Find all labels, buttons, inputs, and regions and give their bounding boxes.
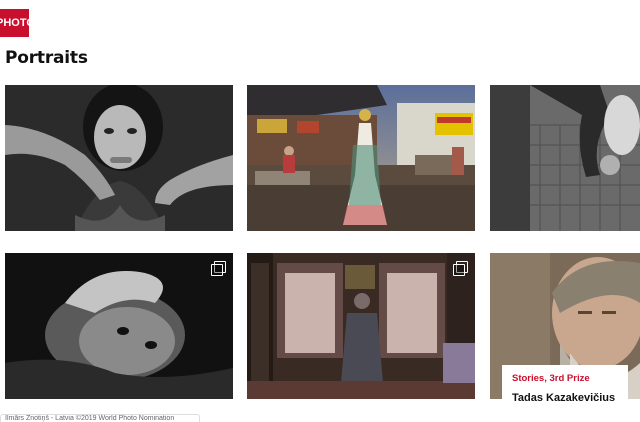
stacked-photos-icon: [453, 261, 468, 276]
portrait-tile-3[interactable]: [490, 85, 640, 231]
caption-category: Stories, 3rd Prize: [512, 373, 590, 384]
photo-credit: Ilmārs Znotiņš - Latvia ©2019 World Phot…: [0, 414, 200, 422]
caption-author: Tadas Kazakevičius: [512, 392, 616, 404]
portrait-tile-5[interactable]: [247, 253, 475, 399]
portrait-photo-3: [490, 85, 640, 231]
portrait-photo-5: [247, 253, 475, 399]
portrait-tile-2[interactable]: [247, 85, 475, 231]
portrait-photo-2: [247, 85, 475, 231]
section-title: Portraits: [5, 48, 88, 68]
stacked-photos-icon: [211, 261, 226, 276]
brand-logo[interactable]: PHOTO: [0, 9, 29, 37]
portrait-tile-4[interactable]: [5, 253, 233, 399]
portrait-photo-1: [5, 85, 233, 231]
portrait-photo-4: [5, 253, 233, 399]
featured-caption[interactable]: Stories, 3rd Prize Tadas Kazakevičius: [502, 365, 628, 404]
portrait-tile-1[interactable]: [5, 85, 233, 231]
